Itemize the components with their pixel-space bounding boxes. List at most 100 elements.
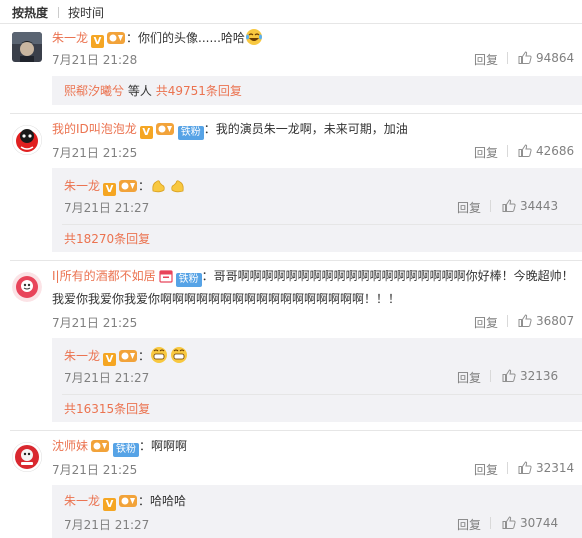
avatar[interactable]	[12, 442, 42, 472]
like-count: 42686	[536, 144, 575, 158]
sub-reply-content: 朱一龙 V：	[64, 346, 188, 366]
username-link[interactable]: 朱一龙	[64, 179, 100, 193]
like-count: 94864	[536, 51, 575, 65]
reply-button[interactable]: 回复	[474, 461, 498, 478]
sort-by-hot-tab[interactable]: 按热度	[12, 4, 48, 21]
like-button[interactable]: 32136	[502, 369, 558, 383]
thumbs-up-icon	[502, 199, 516, 212]
verified-badge-icon: V	[103, 353, 117, 366]
replies-summary-box: 熙郗汐曦兮 等人 共49751条回复	[52, 76, 582, 105]
sort-by-time-tab[interactable]: 按时间	[68, 4, 104, 21]
action-divider	[490, 517, 491, 529]
divider	[10, 430, 582, 431]
replies-summary: 熙郗汐曦兮 等人 共49751条回复	[64, 84, 242, 98]
comment-time: 7月21日 21:25	[52, 463, 138, 477]
sub-reply-box: 朱一龙 V： 7月21日 21:27 回复 32136 共16315条回复	[52, 338, 582, 422]
reply-button[interactable]: 回复	[457, 199, 481, 216]
like-count: 36807	[536, 314, 575, 328]
username-link[interactable]: I|所有的酒都不如居	[52, 269, 156, 283]
comment-time: 7月21日 21:25	[52, 146, 138, 160]
like-button[interactable]: 42686	[518, 144, 574, 158]
divider	[62, 394, 582, 395]
thumbs-up-icon	[502, 369, 516, 382]
sub-reply-time: 7月21日 21:27	[64, 371, 150, 385]
sub-reply-box: 朱一龙 V： 7月21日 21:27 回复 34443 共18270条回复	[52, 168, 582, 252]
comment-time: 7月21日 21:28	[52, 53, 138, 67]
view-all-replies-link[interactable]: 共49751条回复	[156, 84, 242, 98]
username-link[interactable]: 我的ID叫泡泡龙	[52, 122, 137, 136]
action-divider	[507, 145, 508, 157]
thumbs-up-icon	[518, 461, 532, 474]
vip-badge-icon	[107, 32, 126, 44]
comment-time: 7月21日 21:25	[52, 316, 138, 330]
laugh-tears-emoji-icon	[245, 29, 262, 45]
reply-button[interactable]: 回复	[457, 369, 481, 386]
like-button[interactable]: 30744	[502, 516, 558, 530]
comment-content: 朱一龙 V ：你们的头像......哈哈	[52, 28, 263, 48]
sub-reply-time: 7月21日 21:27	[64, 201, 150, 215]
action-divider	[490, 200, 491, 212]
like-count: 34443	[520, 199, 559, 213]
vip-badge-icon	[119, 350, 138, 362]
sub-reply-content: 朱一龙 V：	[64, 176, 186, 196]
vip-badge-icon	[119, 495, 138, 507]
divider	[10, 113, 582, 114]
comment-content: I|所有的酒都不如居 铁粉 ：哥哥啊啊啊啊啊啊啊啊啊啊啊啊啊啊啊啊啊啊啊你好棒！今晚…	[52, 269, 574, 287]
vip-badge-icon	[155, 123, 174, 135]
like-count: 30744	[520, 516, 559, 530]
action-divider	[490, 370, 491, 382]
like-button[interactable]: 36807	[518, 314, 574, 328]
sub-reply-text: 哈哈哈	[150, 494, 187, 508]
like-button[interactable]: 94864	[518, 51, 574, 65]
action-divider	[507, 52, 508, 64]
fan-badge: 铁粉	[175, 273, 202, 287]
vip-badge-icon	[119, 180, 138, 192]
like-button[interactable]: 34443	[502, 199, 558, 213]
thumbs-up-icon	[518, 314, 532, 327]
comment-content: 我的ID叫泡泡龙 V 铁粉 ：我的演员朱一龙啊，未来可期，加油	[52, 122, 408, 140]
sub-reply-time: 7月21日 21:27	[64, 518, 150, 532]
view-all-replies-link[interactable]: 共16315条回复	[64, 401, 150, 417]
like-count: 32314	[536, 461, 575, 475]
thumbs-up-icon	[518, 51, 532, 64]
comment-text: 哥哥啊啊啊啊啊啊啊啊啊啊啊啊啊啊啊啊啊啊啊你好棒！今晚超帅	[213, 269, 562, 283]
verified-badge-icon: V	[139, 126, 153, 139]
reply-button[interactable]: 回复	[474, 144, 498, 161]
action-divider	[507, 315, 508, 327]
view-all-replies-link[interactable]: 共18270条回复	[64, 231, 150, 247]
like-button[interactable]: 32314	[518, 461, 574, 475]
divider	[10, 260, 582, 261]
flex-arms-emoji-icon	[152, 180, 184, 193]
grin-emoji-icon	[151, 347, 188, 363]
reply-username-link[interactable]: 熙郗汐曦兮	[64, 84, 124, 98]
fan-badge: 铁粉	[177, 126, 204, 140]
username-link[interactable]: 朱一龙	[52, 31, 88, 45]
reply-button[interactable]: 回复	[474, 51, 498, 68]
vip-badge-icon	[91, 440, 110, 452]
reply-button[interactable]: 回复	[474, 314, 498, 331]
thumbs-up-icon	[502, 516, 516, 529]
calendar-badge-icon	[158, 270, 173, 283]
comment-content: 沈师妹 铁粉 ：啊啊啊	[52, 439, 188, 457]
verified-badge-icon: V	[103, 183, 117, 196]
username-link[interactable]: 朱一龙	[64, 349, 100, 363]
verified-badge-icon: V	[103, 498, 117, 511]
username-link[interactable]: 朱一龙	[64, 494, 100, 508]
avatar[interactable]	[12, 272, 42, 302]
like-count: 32136	[520, 369, 559, 383]
thumbs-up-icon	[518, 144, 532, 157]
action-divider	[507, 462, 508, 474]
verified-badge-icon: V	[91, 35, 105, 48]
fan-badge: 铁粉	[113, 443, 140, 457]
comment-text: 啊啊啊	[151, 439, 188, 453]
sort-bar: 按热度 按时间	[0, 0, 582, 24]
sort-divider	[58, 7, 59, 18]
avatar[interactable]	[12, 125, 42, 155]
avatar[interactable]	[12, 32, 42, 62]
comment-text: 你们的头像......哈哈	[138, 31, 245, 45]
username-link[interactable]: 沈师妹	[52, 439, 88, 453]
sub-reply-content: 朱一龙 V ：哈哈哈	[64, 494, 187, 511]
divider	[62, 224, 582, 225]
reply-button[interactable]: 回复	[457, 516, 481, 533]
comment-text-continued: 我爱你我爱你我爱你啊啊啊啊啊啊啊啊啊啊啊啊啊啊啊啊啊！！！	[52, 292, 401, 306]
